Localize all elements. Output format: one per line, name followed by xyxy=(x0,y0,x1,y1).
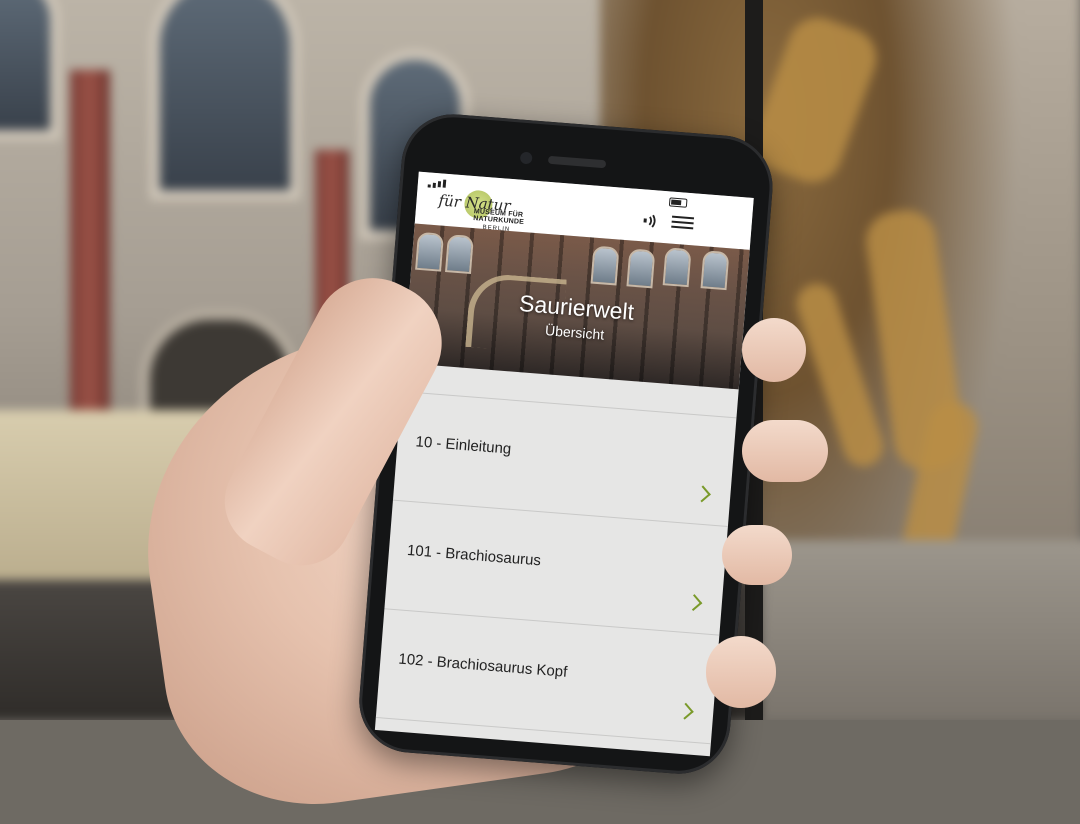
hero-window xyxy=(700,250,730,291)
earpiece-speaker xyxy=(547,155,607,169)
hero-window xyxy=(626,248,656,289)
battery-icon xyxy=(668,197,688,208)
hall-floor-right xyxy=(760,540,1080,720)
hero-window xyxy=(590,245,620,286)
finger xyxy=(722,525,792,585)
arched-window xyxy=(0,0,60,140)
app-screen: für Natur MUSEUM FÜR NATURKUNDE BERLIN S… xyxy=(374,171,754,757)
hero-banner: Saurierwelt Übersicht xyxy=(403,223,750,390)
hero-window xyxy=(445,234,474,275)
finger xyxy=(706,636,776,708)
list-item-label: 102 - Brachiosaurus Kopf xyxy=(397,650,568,681)
list-item-label: 10 - Einleitung xyxy=(414,433,512,458)
chevron-right-icon xyxy=(676,702,694,720)
audio-guide-icon[interactable] xyxy=(639,209,665,233)
station-list: 10 - Einleitung 101 - Brachiosaurus 102 … xyxy=(375,363,739,745)
logo-museum-name: MUSEUM FÜR NATURKUNDE xyxy=(473,208,525,227)
list-item-label: 101 - Brachiosaurus xyxy=(406,541,542,570)
hero-window xyxy=(415,231,445,272)
finger xyxy=(742,420,828,482)
hero-window xyxy=(662,247,692,288)
pillar xyxy=(70,70,110,410)
arched-window xyxy=(150,0,300,200)
chevron-right-icon xyxy=(685,594,703,612)
finger xyxy=(742,318,806,382)
chevron-right-icon xyxy=(693,485,711,503)
hamburger-menu-icon[interactable] xyxy=(671,213,695,233)
front-camera xyxy=(519,151,533,165)
